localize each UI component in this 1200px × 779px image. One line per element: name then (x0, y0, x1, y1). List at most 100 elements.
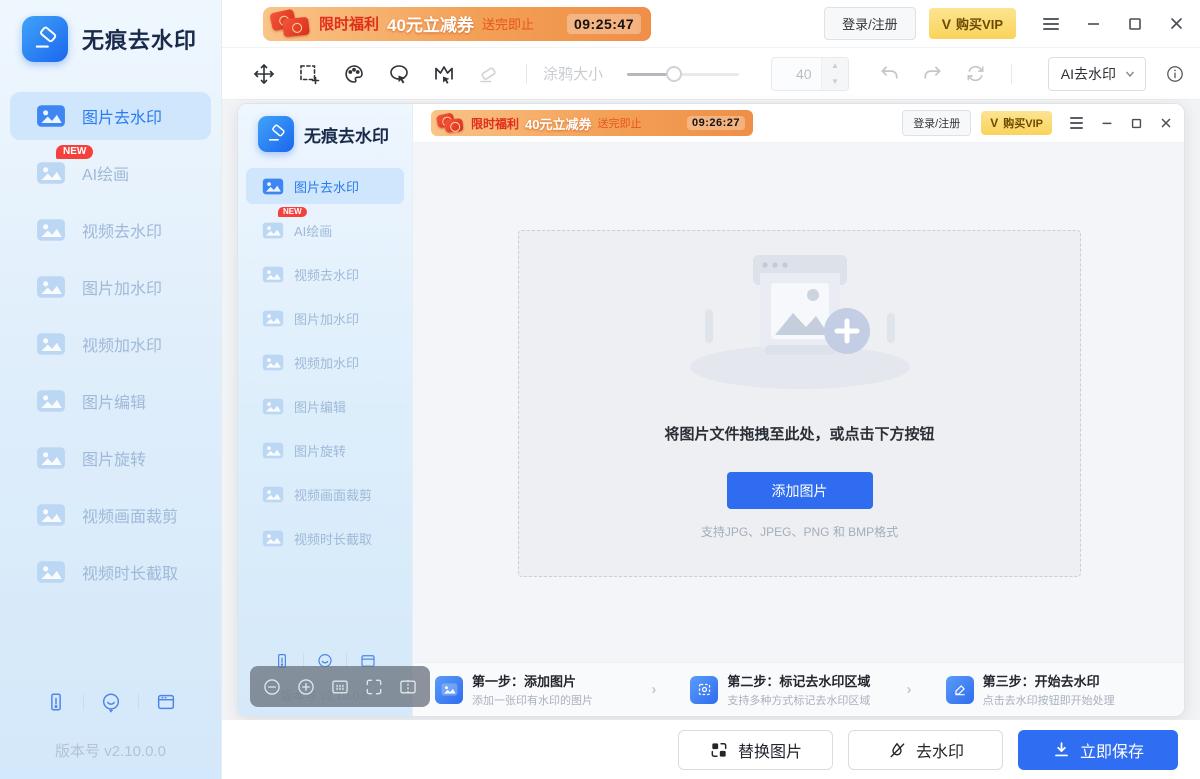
sidebar-item[interactable]: 图片去水印 (10, 92, 211, 140)
compare-refresh-icon[interactable] (964, 62, 987, 85)
palette-icon[interactable] (342, 62, 366, 86)
editor-canvas[interactable]: 无痕去水印 图片去水印 NEW (222, 100, 1200, 720)
video-add-watermark-icon (262, 353, 284, 372)
sidebar-item[interactable]: NEW AI绘画 (10, 149, 211, 197)
inner-sidebar-item: 图片去水印 (246, 168, 404, 204)
step-desc: 支持多种方式标记去水印区域 (727, 692, 870, 708)
info-icon[interactable] (1166, 65, 1184, 83)
inner-sidebar-item-label: 图片旋转 (294, 441, 346, 460)
inner-window-controls (1070, 117, 1172, 129)
step-1: 第一步：添加图片 添加一张印有水印的图片 (435, 671, 651, 708)
stepper-down-icon[interactable]: ▼ (822, 74, 848, 90)
redo-icon[interactable] (921, 62, 944, 85)
save-now-label: 立即保存 (1080, 738, 1144, 762)
ai-paint-icon (36, 160, 66, 186)
eraser-icon[interactable] (477, 62, 501, 86)
sidebar-item[interactable]: 图片旋转 (10, 434, 211, 482)
step-mark-area-icon (690, 676, 718, 704)
inner-sidebar-menu: 图片去水印 NEW AI绘画 (238, 168, 412, 556)
save-now-button[interactable]: 立即保存 (1018, 730, 1178, 770)
replace-image-button[interactable]: 替换图片 (678, 730, 833, 770)
step-title: 第二步：标记去水印区域 (727, 671, 870, 690)
inner-sidebar-item-label: 视频画面裁剪 (294, 485, 372, 504)
zoom-toolbar (250, 666, 430, 707)
brush-size-value[interactable]: 40 (772, 58, 821, 90)
website-icon[interactable] (155, 691, 177, 713)
step-2: 第二步：标记去水印区域 支持多种方式标记去水印区域 (690, 671, 906, 708)
buy-vip-button[interactable]: V 购买VIP (929, 8, 1016, 39)
polygon-lasso-icon[interactable] (432, 62, 456, 86)
inner-sidebar-item: 视频画面裁剪 (246, 476, 404, 512)
feedback-icon[interactable] (100, 691, 122, 713)
inner-sidebar-item-label: AI绘画 (294, 221, 332, 240)
zoom-in-icon[interactable] (296, 677, 316, 697)
sidebar-item-label: 视频去水印 (82, 218, 162, 242)
sidebar-menu: 图片去水印 NEW AI绘画 视频去水印 (0, 92, 221, 596)
promo-note: 送完即止 (482, 14, 534, 33)
sidebar-item-label: 图片加水印 (82, 275, 162, 299)
image-dropzone: 将图片文件拖拽至此处，或点击下方按钮 添加图片 支持JPG、JPEG、PNG 和… (518, 230, 1081, 577)
vip-v-icon: V (942, 16, 951, 32)
inner-app-logo: 无痕去水印 (238, 104, 412, 152)
inner-sidebar-item-label: 图片去水印 (294, 177, 359, 196)
inner-promo-banner: 限时福利 40元立减券 送完即止 09:26:27 (431, 110, 753, 136)
video-add-watermark-icon (36, 331, 66, 357)
brush-size-input[interactable]: 40 ▲ ▼ (771, 57, 849, 91)
inner-main-column: 限时福利 40元立减券 送完即止 09:26:27 登录/注册 V 购买VIP (413, 104, 1184, 716)
inner-title-bar: 限时福利 40元立减券 送完即止 09:26:27 登录/注册 V 购买VIP (413, 104, 1184, 143)
remove-watermark-button[interactable]: 去水印 (848, 730, 1003, 770)
menu-icon[interactable] (1043, 18, 1059, 30)
promo-note: 送完即止 (597, 115, 641, 131)
inner-sidebar-item: 视频时长截取 (246, 520, 404, 556)
brush-size-slider[interactable] (627, 66, 739, 82)
sidebar-item-label: 图片旋转 (82, 446, 146, 470)
image-remove-watermark-icon (262, 177, 284, 196)
minimize-icon[interactable] (1086, 16, 1101, 31)
inner-sidebar-item: 图片旋转 (246, 432, 404, 468)
lasso-icon[interactable] (387, 62, 411, 86)
close-icon[interactable] (1169, 16, 1184, 31)
actual-size-icon[interactable] (330, 677, 350, 697)
mode-dropdown[interactable]: AI去水印 (1048, 57, 1146, 91)
promo-countdown: 09:25:47 (567, 14, 641, 34)
sidebar-item[interactable]: 视频画面裁剪 (10, 491, 211, 539)
maximize-icon[interactable] (1128, 17, 1142, 31)
remove-watermark-icon (887, 740, 907, 760)
inner-sidebar-item: 视频去水印 (246, 256, 404, 292)
zoom-out-icon[interactable] (262, 677, 282, 697)
fit-screen-icon[interactable] (364, 677, 384, 697)
app-logo: 无痕去水印 (0, 0, 221, 62)
undo-icon[interactable] (878, 62, 901, 85)
window-controls (1043, 16, 1184, 31)
promo-tag: 限时福利 (471, 115, 519, 132)
rect-select-icon[interactable] (297, 62, 321, 86)
sidebar-item[interactable]: 视频加水印 (10, 320, 211, 368)
app-logo-icon (22, 16, 68, 62)
chevron-right-icon: › (907, 681, 912, 698)
stepper-up-icon[interactable]: ▲ (822, 58, 848, 74)
inner-sidebar-item-label: 图片加水印 (294, 309, 359, 328)
coupon-icon (269, 9, 311, 39)
sidebar-item-label: 视频加水印 (82, 332, 162, 356)
slider-handle[interactable] (666, 66, 682, 82)
mobile-app-icon[interactable] (45, 691, 67, 713)
sidebar-item-label: 视频画面裁剪 (82, 503, 178, 527)
sidebar-item[interactable]: 图片编辑 (10, 377, 211, 425)
remove-watermark-label: 去水印 (916, 738, 964, 762)
sidebar-item-label: 图片编辑 (82, 389, 146, 413)
inner-buy-vip-label: 购买VIP (1003, 115, 1043, 131)
sidebar-item[interactable]: 视频去水印 (10, 206, 211, 254)
dropzone-title: 将图片文件拖拽至此处，或点击下方按钮 (519, 423, 1080, 444)
promo-banner[interactable]: 限时福利 40元立减券 送完即止 09:25:47 (263, 7, 651, 41)
sidebar-item[interactable]: 图片加水印 (10, 263, 211, 311)
compare-split-icon[interactable] (398, 677, 418, 697)
sidebar-footer (0, 691, 221, 713)
sidebar-item[interactable]: 视频时长截取 (10, 548, 211, 596)
video-trim-icon (262, 529, 284, 548)
step-desc: 添加一张印有水印的图片 (472, 692, 593, 708)
inner-app-title: 无痕去水印 (304, 122, 389, 147)
stepper: ▲ ▼ (821, 58, 848, 90)
sidebar: 无痕去水印 图片去水印 NEW AI绘画 (0, 0, 222, 779)
move-icon[interactable] (252, 62, 276, 86)
login-button[interactable]: 登录/注册 (824, 7, 916, 40)
